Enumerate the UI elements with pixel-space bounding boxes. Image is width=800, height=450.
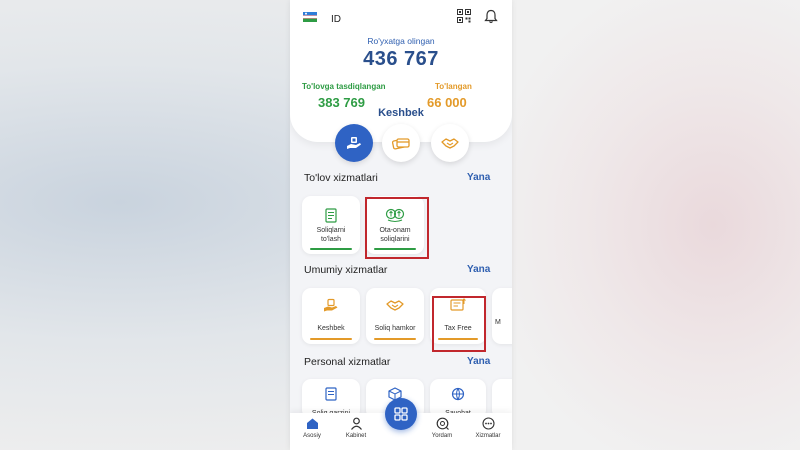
pay-taxes-label-line1: Soliqlarni (316, 227, 346, 234)
cards-icon (392, 138, 410, 150)
registered-label: Ro'yxatga olingan (367, 36, 435, 46)
user-id-label: ID (331, 14, 341, 25)
pay-taxes-card[interactable]: Soliqlarni to'lash (302, 196, 360, 254)
keshbek-service-card[interactable]: Keshbek (302, 288, 360, 344)
nav-item-services[interactable]: Xizmatlar (468, 417, 508, 439)
nav-label-home: Asosiy (303, 433, 321, 439)
cashback-hand-icon (347, 137, 361, 149)
highlight-box-tax-free (432, 296, 486, 352)
cashback-tab-button[interactable] (335, 124, 373, 162)
keshbek-label: Keshbek (378, 107, 424, 119)
general-services-title: Umumiy xizmatlar (304, 264, 388, 276)
cards-tab-button[interactable] (382, 124, 420, 162)
nav-label-help: Yordam (431, 433, 453, 439)
personal-services-title: Personal xizmatlar (304, 356, 391, 368)
home-icon (306, 418, 318, 429)
document-icon (325, 208, 337, 223)
user-icon (350, 417, 362, 430)
nav-item-home[interactable]: Asosiy (292, 417, 332, 439)
keshbek-service-label: Keshbek (317, 325, 345, 332)
card-accent-bar (374, 338, 416, 340)
tax-debt-icon (325, 387, 337, 401)
handshake-icon (386, 300, 404, 311)
help-icon (436, 417, 449, 430)
bell-icon[interactable] (484, 9, 498, 24)
user-id-redaction (342, 12, 390, 22)
nav-label-cabinet: Kabinet (345, 433, 367, 439)
grid-icon (394, 407, 408, 421)
qr-code-icon[interactable] (457, 9, 471, 23)
partners-tab-button[interactable] (431, 124, 469, 162)
card-accent-bar (310, 248, 352, 250)
payment-services-title: To'lov xizmatlari (304, 172, 378, 184)
card-accent-bar (310, 338, 352, 340)
nav-item-help[interactable]: Yordam (422, 417, 462, 439)
payment-services-more-link[interactable]: Yana (467, 172, 490, 183)
cashback-icon (324, 298, 338, 312)
personal-services-more-link[interactable]: Yana (467, 356, 490, 367)
registered-value: 436 767 (363, 48, 439, 70)
partial-service-label: M (495, 319, 501, 326)
services-icon (481, 417, 495, 430)
phone-screen: ID Ro'yxatga olingan 436 767 To'lovga ta… (290, 0, 512, 450)
menu-grid-button[interactable] (385, 398, 417, 430)
soliq-hamkor-card[interactable]: Soliq hamkor (366, 288, 424, 344)
nav-label-services: Xizmatlar (475, 433, 501, 439)
handshake-icon (441, 138, 459, 149)
stats-header: ID Ro'yxatga olingan 436 767 To'lovga ta… (290, 0, 512, 142)
soliq-hamkor-label: Soliq hamkor (374, 325, 416, 332)
uzbek-flag-icon (303, 12, 317, 22)
paid-label: To'langan (435, 82, 472, 91)
confirmed-label: To'lovga tasdiqlangan (302, 82, 386, 91)
background-blur (510, 0, 800, 450)
highlight-box-parents-taxes (365, 197, 429, 259)
nav-item-cabinet[interactable]: Kabinet (336, 417, 376, 439)
general-services-more-link[interactable]: Yana (467, 264, 490, 275)
partial-service-card[interactable]: M (492, 288, 512, 344)
pay-taxes-label-line2: to'lash (320, 236, 341, 243)
travel-icon (451, 387, 465, 401)
